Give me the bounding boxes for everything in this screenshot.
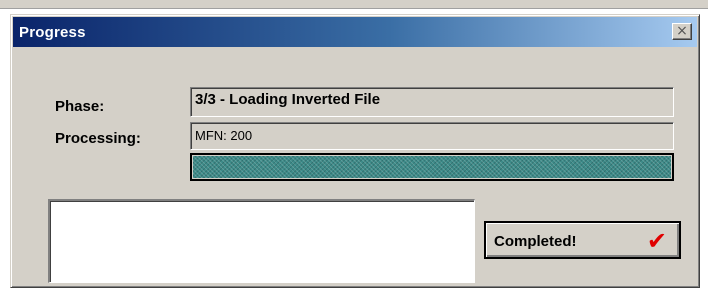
processing-label: Processing: (55, 130, 141, 147)
phase-value: 3/3 - Loading Inverted File (195, 91, 381, 108)
completed-button[interactable]: Completed! ✔ (484, 221, 681, 259)
close-button[interactable]: × (672, 23, 692, 40)
background-window-strip (0, 0, 708, 9)
processing-field: MFN: 200 (190, 122, 674, 150)
progress-dialog: Progress × Phase: 3/3 - Loading Inverted… (10, 14, 700, 288)
close-icon: × (676, 23, 688, 39)
log-text-area[interactable] (48, 199, 475, 283)
processing-value: MFN: 200 (195, 128, 253, 143)
progress-bar-fill (193, 156, 671, 178)
completed-button-label: Completed! (494, 233, 577, 250)
window-title: Progress (19, 24, 86, 41)
progress-bar (190, 153, 674, 181)
red-checkmark-icon: ✔ (646, 227, 667, 255)
title-bar[interactable]: Progress × (13, 17, 697, 47)
phase-label: Phase: (55, 98, 105, 115)
phase-field: 3/3 - Loading Inverted File (190, 87, 674, 117)
